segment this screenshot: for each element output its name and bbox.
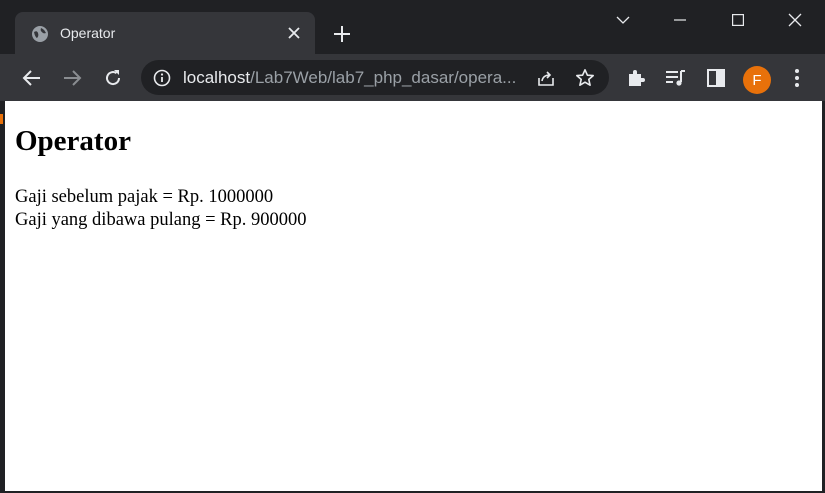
share-icon[interactable] xyxy=(536,68,556,88)
url-text[interactable]: localhost/Lab7Web/lab7_php_dasar/opera..… xyxy=(183,68,516,88)
media-queue-icon[interactable] xyxy=(665,67,687,89)
page-viewport: Operator Gaji sebelum pajak = Rp. 100000… xyxy=(5,101,822,491)
side-panel-icon[interactable] xyxy=(705,67,727,89)
star-icon[interactable] xyxy=(575,68,595,88)
url-host: localhost xyxy=(183,68,251,87)
minimize-icon[interactable] xyxy=(652,0,708,40)
close-icon[interactable] xyxy=(285,24,303,42)
forward-arrow-icon[interactable] xyxy=(58,64,86,92)
info-icon[interactable] xyxy=(153,69,171,87)
window-close-icon[interactable] xyxy=(767,0,823,40)
take-home-salary-text: Gaji yang dibawa pulang = Rp. 900000 xyxy=(15,210,307,230)
plus-icon[interactable] xyxy=(330,22,354,46)
url-path: /Lab7Web/lab7_php_dasar/opera... xyxy=(250,68,517,87)
maximize-icon[interactable] xyxy=(710,0,766,40)
window-edge-mark xyxy=(0,114,3,124)
back-arrow-icon[interactable] xyxy=(18,64,46,92)
address-bar[interactable]: localhost/Lab7Web/lab7_php_dasar/opera..… xyxy=(141,60,609,95)
profile-avatar[interactable]: F xyxy=(743,66,771,94)
more-vert-icon[interactable] xyxy=(786,67,808,89)
title-bar: Operator xyxy=(0,0,825,54)
salary-before-tax-text: Gaji sebelum pajak = Rp. 1000000 xyxy=(15,187,274,207)
browser-tab[interactable]: Operator xyxy=(15,12,315,54)
chevron-down-icon[interactable] xyxy=(595,0,651,40)
puzzle-icon[interactable] xyxy=(625,67,647,89)
globe-icon xyxy=(31,25,49,43)
browser-toolbar: localhost/Lab7Web/lab7_php_dasar/opera..… xyxy=(0,54,825,101)
reload-icon[interactable] xyxy=(99,64,127,92)
tab-title: Operator xyxy=(60,25,116,41)
page-heading: Operator xyxy=(15,125,131,157)
